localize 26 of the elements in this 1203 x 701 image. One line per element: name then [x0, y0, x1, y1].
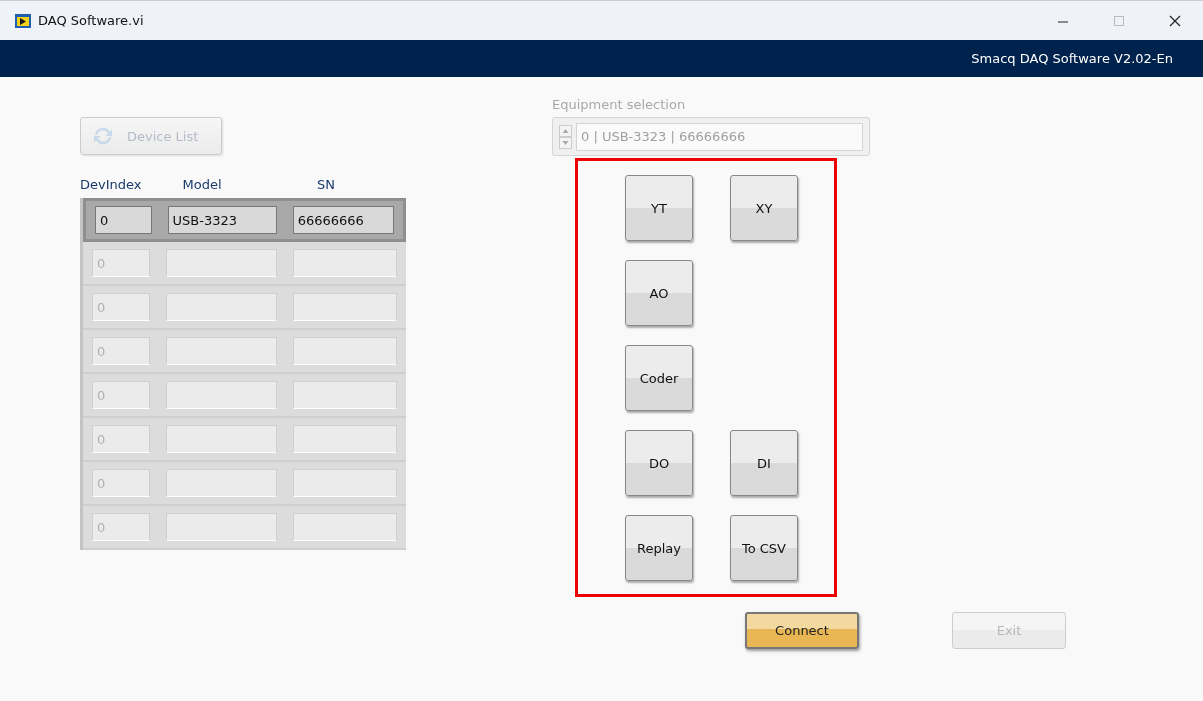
table-row[interactable]: 0 USB-3323 66666666 [83, 198, 406, 242]
window-title: DAQ Software.vi [38, 13, 144, 28]
table-cell: 0 [92, 249, 150, 277]
table-cell: 0 [95, 206, 152, 234]
banner-text: Smacq DAQ Software V2.02-En [971, 51, 1173, 66]
table-cell: 0 [92, 381, 150, 409]
field-label: Equipment selection [552, 97, 687, 112]
app-icon [15, 12, 31, 29]
function-button[interactable]: DI [730, 430, 798, 496]
function-button[interactable]: Replay [625, 515, 693, 581]
table-cell: 0 [92, 425, 150, 453]
function-button[interactable]: YT [625, 175, 693, 241]
function-button[interactable]: DO [625, 430, 693, 496]
function-button[interactable]: XY [730, 175, 798, 241]
function-button[interactable]: To CSV [730, 515, 798, 581]
table-cell: USB-3323 [167, 206, 277, 234]
table-cell: 0 [92, 469, 150, 497]
column-header: SN [316, 177, 336, 192]
function-button[interactable]: AO [625, 260, 693, 326]
table-cell: 0 [92, 513, 150, 541]
table-cell: 66666666 [292, 206, 394, 234]
connect-button[interactable]: Connect [745, 612, 859, 649]
table-cell: 0 [92, 293, 150, 321]
function-button[interactable]: Coder [625, 345, 693, 411]
table-cell: 0 [92, 337, 150, 365]
column-header: Model [181, 177, 223, 192]
